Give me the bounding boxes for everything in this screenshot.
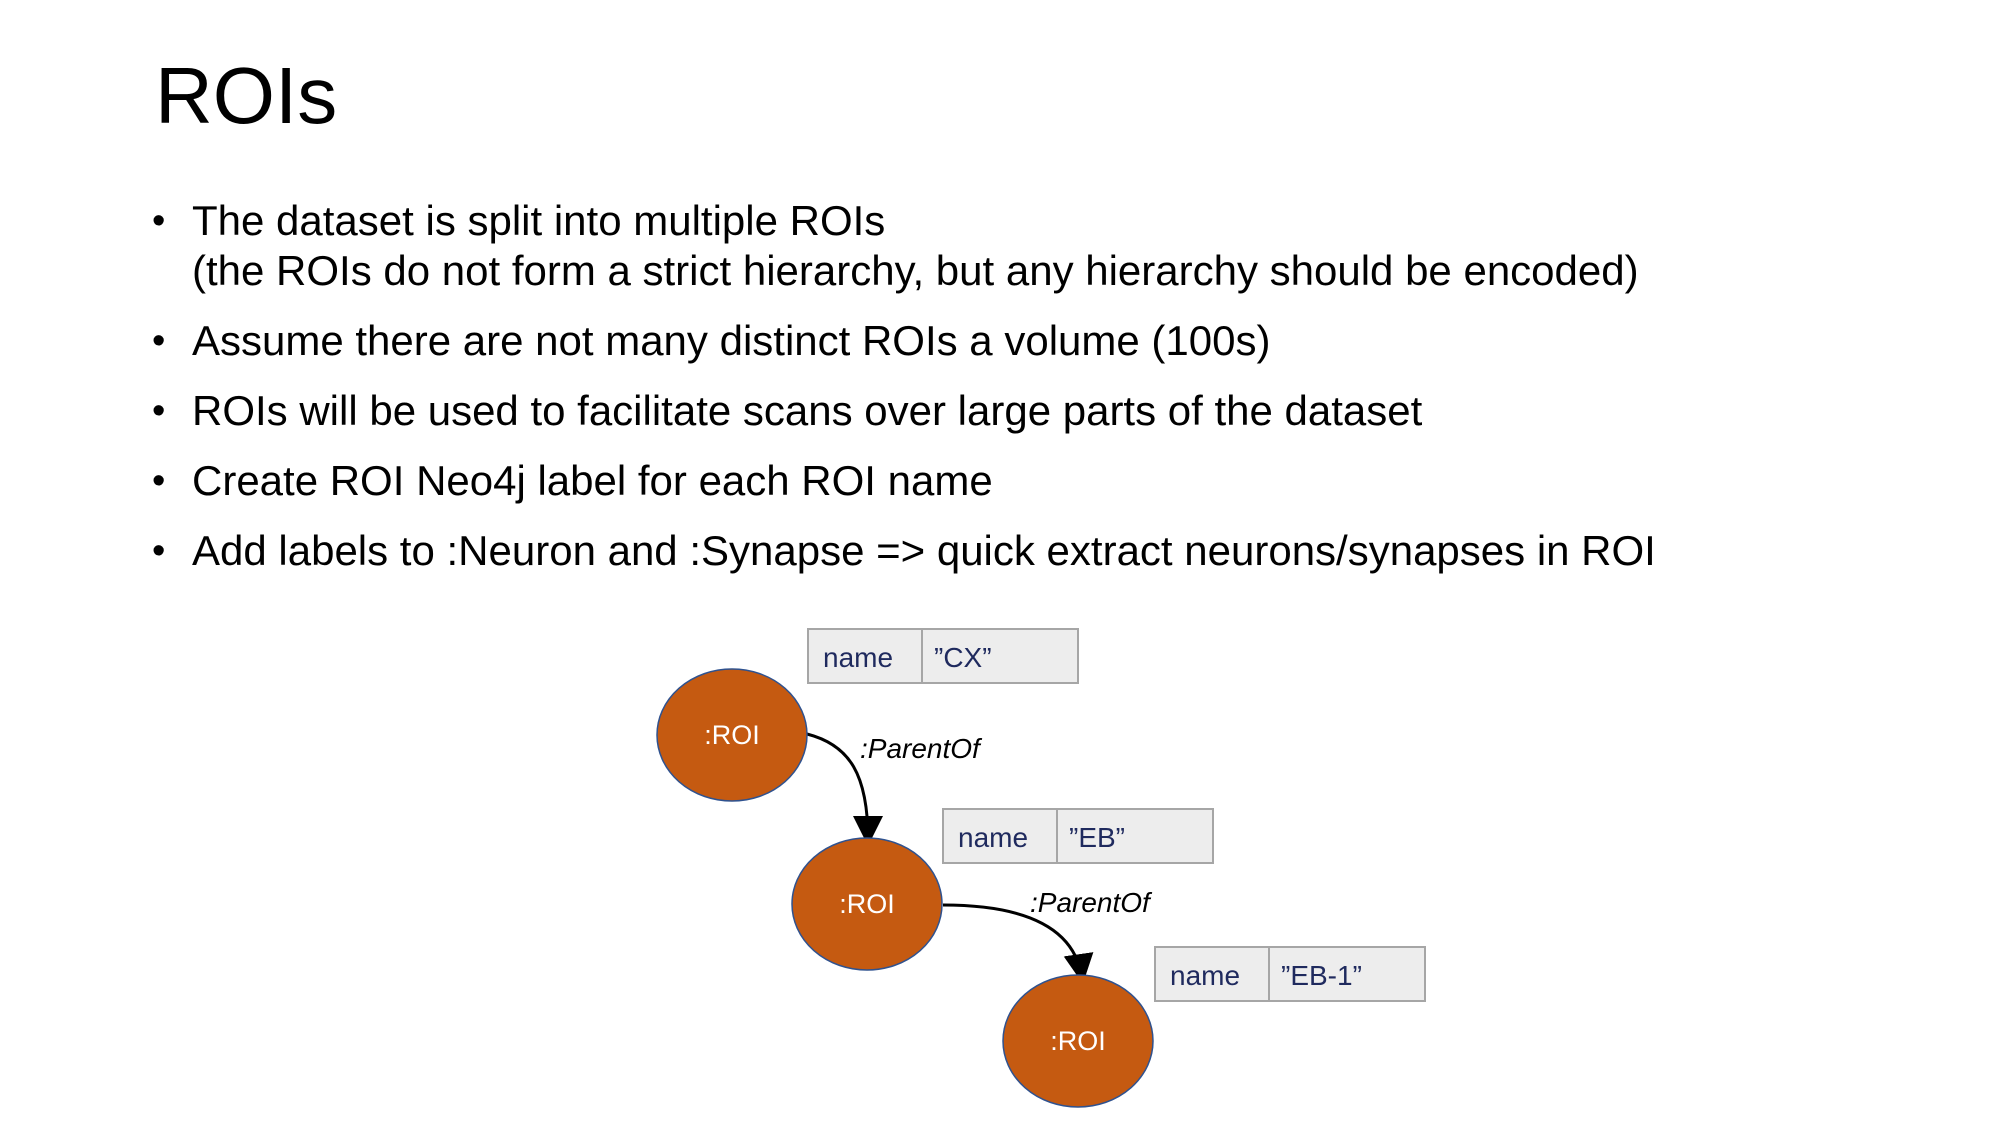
- property-value-text: ”EB”: [1069, 822, 1125, 853]
- property-value-text: ”EB-1”: [1281, 960, 1362, 991]
- roi-node-label: :ROI: [839, 889, 895, 919]
- edge-label-parentof-1: :ParentOf: [860, 733, 983, 764]
- roi-graph-diagram: :ParentOf :ParentOf :ROI :ROI :ROI name …: [656, 628, 1426, 1108]
- property-value-text: ”CX”: [934, 642, 992, 673]
- property-key-text: name: [823, 642, 893, 673]
- property-key-text: name: [1170, 960, 1240, 991]
- slide: ROIs • The dataset is split into multipl…: [0, 0, 2000, 1125]
- roi-node-label: :ROI: [1050, 1026, 1106, 1056]
- edge-label-parentof-2: :ParentOf: [1030, 887, 1153, 918]
- edge-parentof-1: [806, 732, 883, 846]
- property-key-text: name: [958, 822, 1028, 853]
- roi-node-label: :ROI: [704, 720, 760, 750]
